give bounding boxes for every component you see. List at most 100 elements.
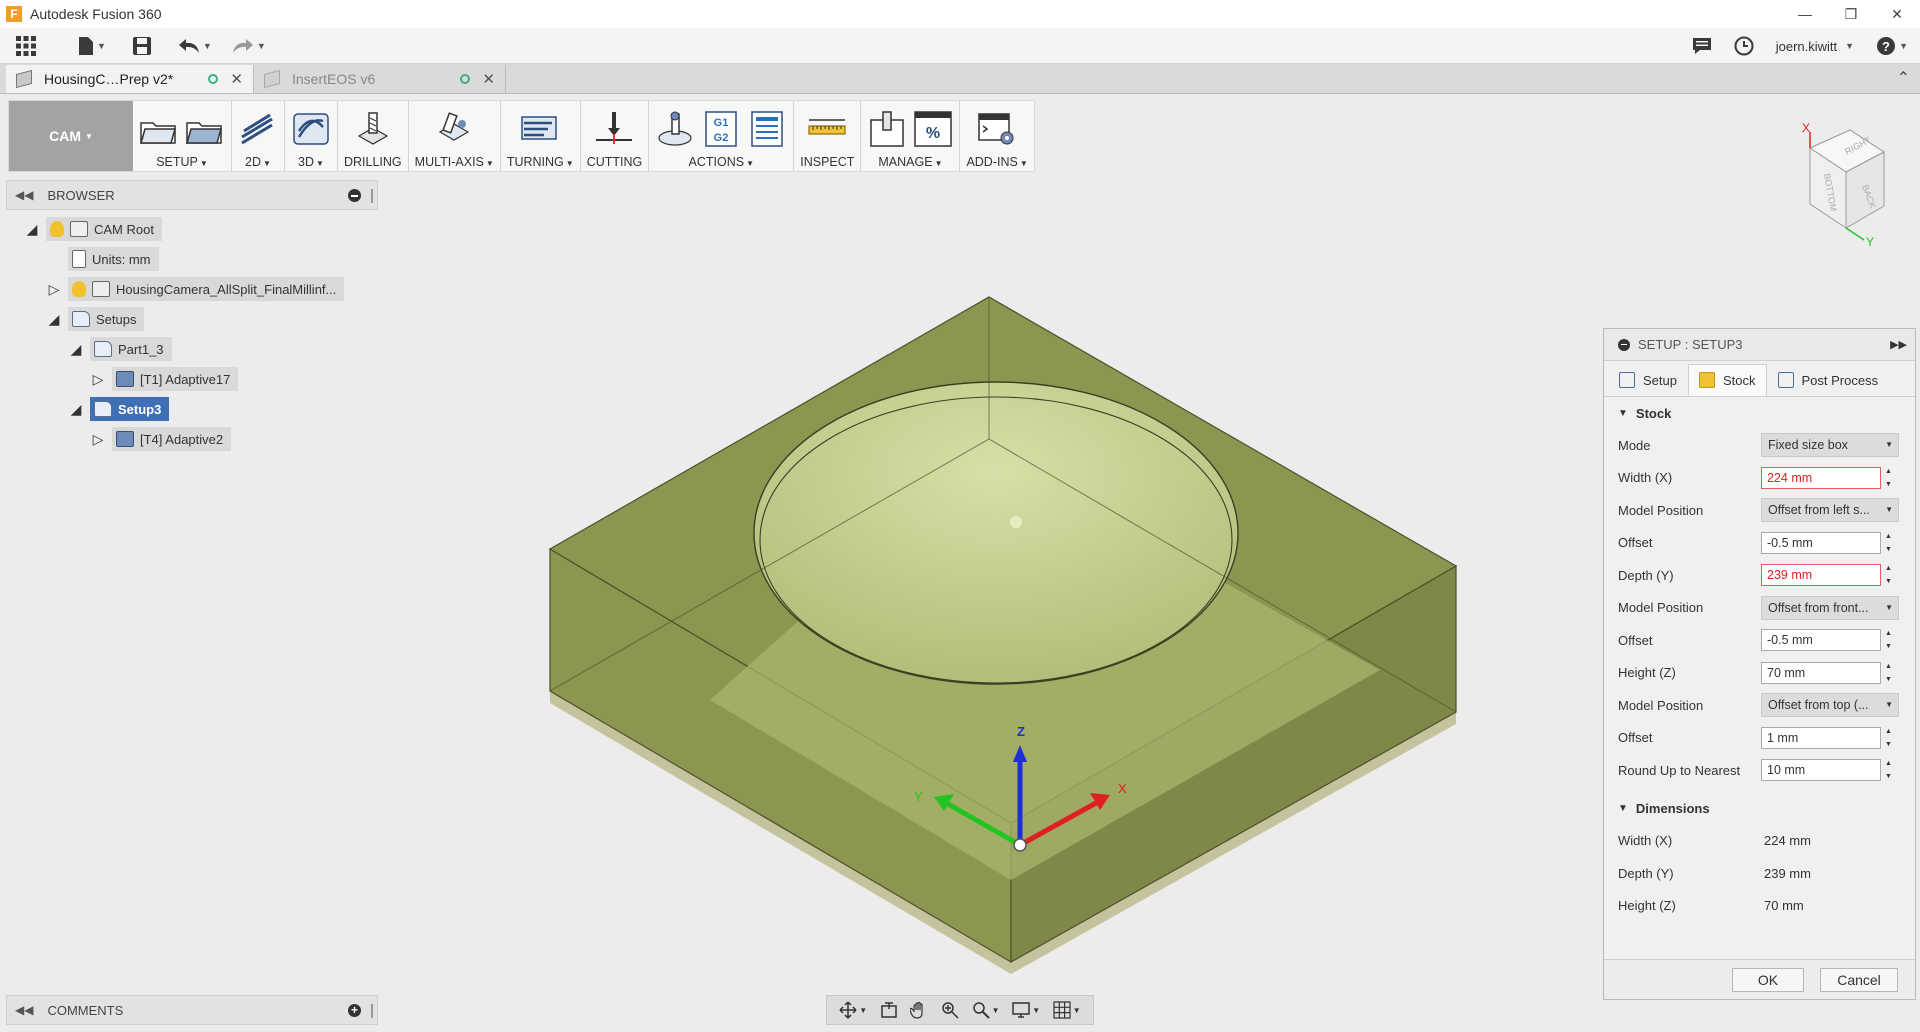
offset-z-input[interactable]: 1 mm — [1761, 726, 1881, 749]
tree-item-model[interactable]: ▷ HousingCamera_AllSplit_FinalMillinf... — [46, 276, 345, 302]
dialog-header[interactable]: SETUP : SETUP3 ▶▶ — [1604, 329, 1915, 361]
stock-box[interactable] — [548, 296, 1458, 974]
user-menu[interactable]: joern.kiwitt ▼ — [1776, 32, 1854, 60]
tab-post-process[interactable]: Post Process — [1767, 364, 1890, 396]
spinner-icon[interactable]: ▲ ▼ — [1885, 564, 1897, 586]
undo-button[interactable]: ▼ — [178, 32, 212, 60]
redo-button[interactable]: ▼ — [232, 32, 266, 60]
spinner-icon[interactable]: ▲ ▼ — [1885, 662, 1897, 684]
display-settings-button[interactable]: ▼ — [1012, 1001, 1040, 1019]
turning-group[interactable]: TURNING ▼ — [501, 101, 581, 171]
grid-settings-button[interactable]: ▼ — [1053, 1001, 1081, 1019]
post-process-icon[interactable]: G1 G2 — [701, 109, 741, 149]
setup-group[interactable]: SETUP ▼ — [133, 101, 232, 171]
zoom-button[interactable] — [941, 1001, 959, 1019]
dialog-collapse-icon[interactable] — [1618, 338, 1630, 351]
add-comment-icon[interactable]: + — [348, 1004, 361, 1017]
cutting-group[interactable]: CUTTING — [581, 101, 650, 171]
comments-panel-header[interactable]: ◀◀ COMMENTS + — [6, 995, 378, 1025]
origin-point[interactable] — [1013, 838, 1027, 852]
collapsed-triangle-icon[interactable]: ▷ — [46, 281, 62, 297]
template-library-icon[interactable]: % — [913, 109, 953, 149]
offset-x-input[interactable]: -0.5 mm — [1761, 531, 1881, 554]
orbit-button[interactable]: ▼ — [839, 1001, 867, 1019]
cancel-button[interactable]: Cancel — [1820, 968, 1898, 992]
expand-dialog-icon[interactable]: ▶▶ — [1890, 338, 1907, 351]
job-status-button[interactable] — [1734, 32, 1754, 60]
fit-button[interactable]: ▼ — [972, 1001, 1000, 1019]
workspace-switcher[interactable]: CAM ▼ — [9, 101, 133, 171]
browser-panel-header[interactable]: ◀◀ BROWSER — [6, 180, 378, 210]
notifications-button[interactable] — [1692, 32, 1712, 60]
close-tab-icon[interactable]: ✕ — [482, 70, 495, 88]
spinner-icon[interactable]: ▲ ▼ — [1885, 532, 1897, 554]
pan-button[interactable] — [910, 1001, 928, 1019]
setup-sheet-icon[interactable] — [747, 109, 787, 149]
width-input[interactable]: 224 mm — [1761, 466, 1881, 489]
2d-group[interactable]: 2D ▼ — [232, 101, 285, 171]
3d-milling-icon[interactable] — [291, 109, 331, 149]
model-position-y-select[interactable]: Offset from front... ▼ — [1761, 595, 1899, 620]
look-at-button[interactable] — [880, 1001, 898, 1019]
measure-icon[interactable] — [807, 109, 847, 149]
multi-axis-icon[interactable] — [434, 109, 474, 149]
collapsed-triangle-icon[interactable]: ▷ — [90, 431, 106, 447]
height-input[interactable]: 70 mm — [1761, 661, 1881, 684]
add-ins-group[interactable]: ADD-INS ▼ — [960, 101, 1033, 171]
actions-group[interactable]: G1 G2 ACTIONS ▼ — [649, 101, 795, 171]
expanded-triangle-icon[interactable]: ◢ — [46, 311, 62, 327]
minimize-panel-icon[interactable] — [348, 189, 361, 202]
collapse-panel-icon[interactable]: ◀◀ — [15, 188, 33, 202]
scripts-addins-icon[interactable] — [977, 109, 1017, 149]
tree-item-adaptive2[interactable]: ▷ [T4] Adaptive2 — [90, 426, 232, 452]
drill-icon[interactable] — [353, 109, 393, 149]
round-up-input[interactable]: 10 mm — [1761, 759, 1881, 782]
2d-milling-icon[interactable] — [238, 109, 278, 149]
panel-grip[interactable] — [371, 189, 373, 203]
close-tab-icon[interactable]: ✕ — [230, 70, 243, 88]
tree-item-setup3[interactable]: ◢ Setup3 — [68, 396, 170, 422]
restore-button[interactable]: ❐ — [1828, 0, 1874, 28]
tool-library-icon[interactable] — [867, 109, 907, 149]
file-menu-button[interactable]: ▼ — [78, 32, 106, 60]
minimize-button[interactable]: — — [1782, 0, 1828, 28]
spinner-icon[interactable]: ▲ ▼ — [1885, 727, 1897, 749]
dimensions-section-header[interactable]: ▼ Dimensions — [1604, 793, 1915, 825]
model-position-z-select[interactable]: Offset from top (... ▼ — [1761, 693, 1899, 718]
tab-stock[interactable]: Stock — [1687, 364, 1767, 396]
tree-item-cam-root[interactable]: ◢ CAM Root — [24, 216, 162, 242]
expanded-triangle-icon[interactable]: ◢ — [68, 401, 84, 417]
spinner-icon[interactable]: ▲ ▼ — [1885, 629, 1897, 651]
help-button[interactable]: ? ▼ — [1876, 32, 1908, 60]
mode-select[interactable]: Fixed size box ▼ — [1761, 433, 1899, 458]
save-button[interactable] — [132, 32, 152, 60]
spinner-icon[interactable]: ▲ ▼ — [1885, 467, 1897, 489]
new-setup-icon[interactable] — [139, 109, 179, 149]
spinner-icon[interactable]: ▲ ▼ — [1885, 759, 1897, 781]
manage-group[interactable]: % MANAGE ▼ — [861, 101, 961, 171]
ok-button[interactable]: OK — [1732, 968, 1804, 992]
setup-folder-icon[interactable] — [185, 109, 225, 149]
turning-icon[interactable] — [520, 109, 560, 149]
data-panel-grid-icon[interactable] — [14, 32, 38, 60]
inspect-group[interactable]: INSPECT — [794, 101, 862, 171]
tree-item-part1-3[interactable]: ◢ Part1_3 — [68, 336, 172, 362]
collapse-toolbar-icon[interactable]: ⌃ — [1897, 68, 1910, 88]
cutting-icon[interactable] — [594, 109, 634, 149]
expanded-triangle-icon[interactable]: ◢ — [68, 341, 84, 357]
close-window-button[interactable]: ✕ — [1874, 0, 1920, 28]
tree-item-adaptive17[interactable]: ▷ [T1] Adaptive17 — [90, 366, 239, 392]
collapsed-triangle-icon[interactable]: ▷ — [90, 371, 106, 387]
drilling-group[interactable]: DRILLING — [338, 101, 409, 171]
stock-section-header[interactable]: ▼ Stock — [1604, 397, 1915, 429]
tree-item-units[interactable]: Units: mm — [56, 246, 159, 272]
view-cube[interactable]: RIGHT BOTTOM BACK X Y — [1780, 118, 1890, 249]
collapse-panel-icon[interactable]: ◀◀ — [15, 1003, 33, 1017]
visibility-bulb-icon[interactable] — [72, 281, 86, 297]
doc-tab-housing[interactable]: HousingC…Prep v2* ✕ — [6, 65, 254, 93]
tree-item-setups[interactable]: ◢ Setups — [46, 306, 145, 332]
3d-viewport[interactable]: Z X Y — [380, 180, 1600, 990]
model-position-x-select[interactable]: Offset from left s... ▼ — [1761, 498, 1899, 523]
doc-tab-inserteos[interactable]: InsertEOS v6 ✕ — [254, 65, 506, 93]
offset-y-input[interactable]: -0.5 mm — [1761, 629, 1881, 652]
